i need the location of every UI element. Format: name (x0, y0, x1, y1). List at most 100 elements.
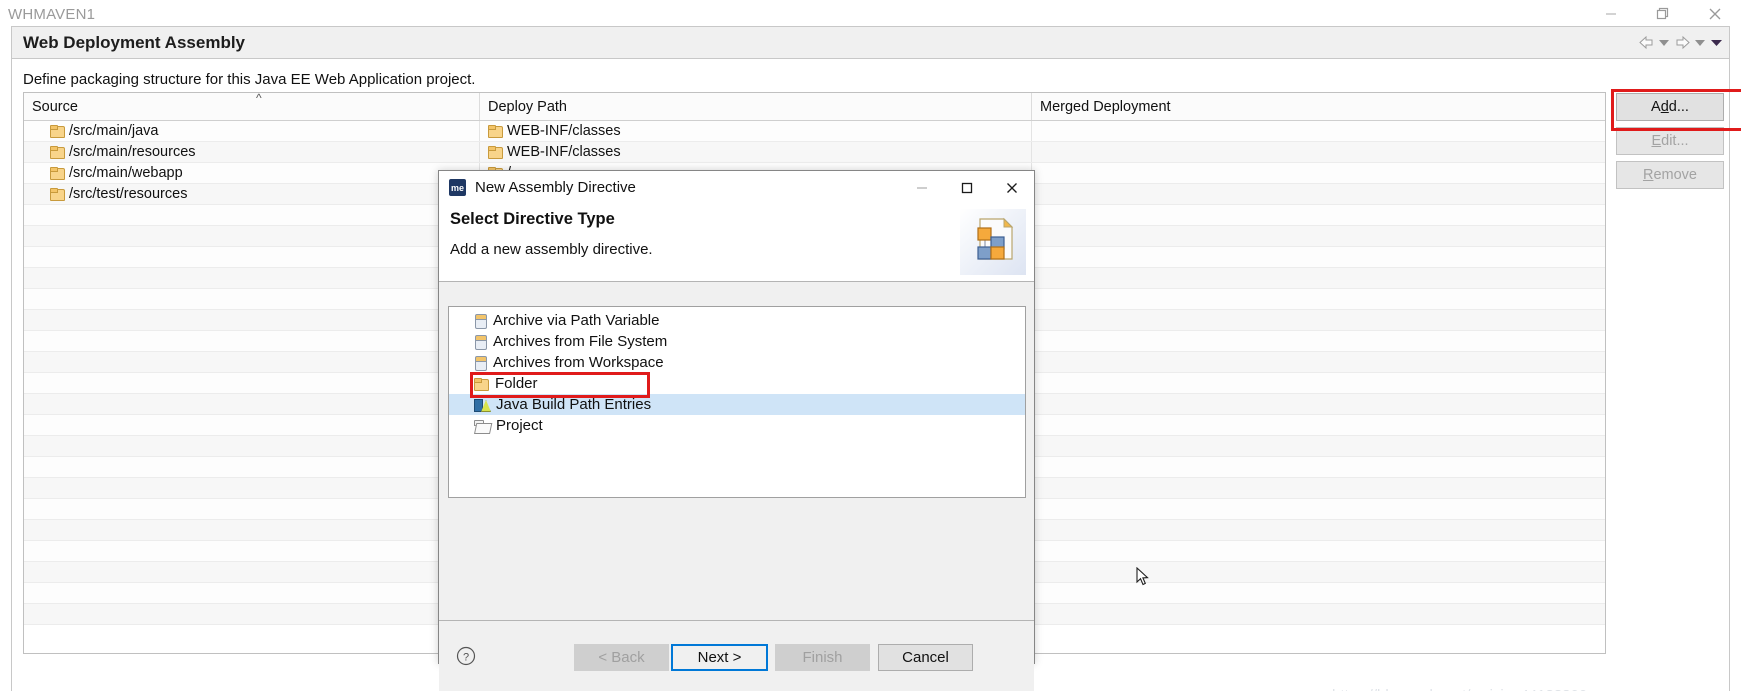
table-cell-merged-deployment (1032, 121, 1605, 141)
maven-app-icon: me (449, 179, 466, 196)
table-cell-merged-deployment (1032, 163, 1605, 183)
table-cell-merged-deployment (1032, 352, 1605, 372)
back-dropdown-icon[interactable] (1657, 32, 1671, 54)
menu-dropdown-icon[interactable] (1709, 32, 1723, 54)
restore-button[interactable] (1637, 0, 1689, 28)
directive-type-list[interactable]: Archive via Path Variable Archives from F… (448, 306, 1026, 498)
dialog-window-controls (899, 171, 1034, 204)
window-controls (1585, 0, 1741, 28)
folder-icon (50, 125, 65, 138)
table-cell-deploy-path: WEB-INF/classes (480, 142, 1032, 162)
table-cell-merged-deployment (1032, 289, 1605, 309)
source-path-label: /src/main/java (69, 123, 159, 139)
page-header: Web Deployment Assembly (12, 27, 1729, 59)
table-cell-source (24, 268, 480, 288)
table-cell-merged-deployment (1032, 478, 1605, 498)
folder-icon (474, 377, 489, 391)
jar-icon (474, 355, 487, 371)
table-cell-merged-deployment (1032, 268, 1605, 288)
dialog-subheading: Add a new assembly directive. (450, 241, 653, 258)
source-path-label: /src/main/resources (69, 144, 196, 160)
dialog-close-button[interactable] (989, 171, 1034, 204)
directive-list-item[interactable]: Java Build Path Entries (449, 394, 1025, 415)
table-cell-source: /src/test/resources (24, 184, 480, 204)
table-cell-merged-deployment (1032, 457, 1605, 477)
table-cell-merged-deployment (1032, 205, 1605, 225)
page-description: Define packaging structure for this Java… (23, 71, 476, 88)
back-arrow-icon[interactable] (1637, 32, 1655, 54)
folder-icon (50, 188, 65, 201)
jar-icon (474, 334, 487, 350)
table-cell-merged-deployment (1032, 583, 1605, 603)
directive-list-item-label: Archives from File System (493, 333, 668, 350)
dialog-footer: ? < Back Next > Finish Cancel (439, 620, 1034, 691)
table-cell-merged-deployment (1032, 142, 1605, 162)
table-cell-source (24, 436, 480, 456)
table-row[interactable]: /src/main/resources WEB-INF/classes (24, 142, 1605, 163)
column-header-merged-deployment-label: Merged Deployment (1040, 98, 1171, 115)
cancel-button[interactable]: Cancel (878, 644, 973, 671)
table-cell-source (24, 205, 480, 225)
table-cell-source (24, 247, 480, 267)
table-cell-source (24, 352, 480, 372)
table-cell-merged-deployment (1032, 310, 1605, 330)
dialog-body: Archive via Path Variable Archives from F… (439, 282, 1149, 620)
directive-list-item[interactable]: Archive via Path Variable (449, 310, 1025, 331)
table-cell-merged-deployment (1032, 373, 1605, 393)
remove-button[interactable]: Remove (1616, 161, 1724, 189)
dialog-title: New Assembly Directive (475, 179, 636, 196)
forward-dropdown-icon[interactable] (1693, 32, 1707, 54)
page-title: Web Deployment Assembly (23, 32, 246, 52)
table-cell-merged-deployment (1032, 541, 1605, 561)
close-button[interactable] (1689, 0, 1741, 28)
next-button[interactable]: Next > (671, 644, 768, 671)
directive-list-item[interactable]: Archives from Workspace (449, 352, 1025, 373)
new-assembly-directive-dialog: me New Assembly Directive Select Directi… (438, 170, 1149, 691)
column-header-source[interactable]: Source ^ (24, 91, 480, 120)
table-cell-deploy-path: WEB-INF/classes (480, 121, 1032, 141)
table-cell-source (24, 289, 480, 309)
finish-button[interactable]: Finish (775, 644, 870, 671)
dialog-minimize-button[interactable] (899, 171, 944, 204)
table-row[interactable]: /src/main/java WEB-INF/classes (24, 121, 1605, 142)
table-cell-merged-deployment (1032, 415, 1605, 435)
table-cell-source (24, 499, 480, 519)
dialog-maximize-button[interactable] (944, 171, 989, 204)
directive-list-item-label: Java Build Path Entries (496, 396, 652, 413)
window-titlebar: WHMAVEN1 (0, 0, 1741, 28)
edit-button[interactable]: Edit... (1616, 127, 1724, 155)
dialog-banner: Select Directive Type Add a new assembly… (439, 204, 1034, 282)
table-cell-merged-deployment (1032, 247, 1605, 267)
add-button[interactable]: Add... (1616, 93, 1724, 121)
folder-icon (488, 125, 503, 138)
directive-list-item-label: Archive via Path Variable (493, 312, 660, 329)
directive-list-item-label: Archives from Workspace (493, 354, 664, 371)
back-button[interactable]: < Back (574, 644, 669, 671)
sort-ascending-icon: ^ (256, 91, 262, 105)
column-header-deploy-path[interactable]: Deploy Path (480, 93, 1032, 120)
column-header-merged-deployment[interactable]: Merged Deployment (1032, 93, 1605, 120)
table-cell-source (24, 457, 480, 477)
forward-arrow-icon[interactable] (1673, 32, 1691, 54)
table-cell-merged-deployment (1032, 226, 1605, 246)
table-cell-source (24, 562, 480, 582)
table-cell-source: /src/main/webapp (24, 163, 480, 183)
deploy-path-label: WEB-INF/classes (507, 144, 621, 160)
table-action-buttons: Add... Edit... Remove (1616, 93, 1726, 195)
add-button-label: Add... (1651, 99, 1689, 115)
directive-list-item[interactable]: Project (449, 415, 1025, 436)
table-cell-source (24, 520, 480, 540)
mouse-cursor-icon (1136, 566, 1149, 587)
table-header: Source ^ Deploy Path Merged Deployment (24, 91, 1605, 121)
directive-list-item[interactable]: Archives from File System (449, 331, 1025, 352)
table-cell-source (24, 604, 480, 624)
jar-icon (474, 313, 487, 329)
minimize-button[interactable] (1585, 0, 1637, 28)
page-header-toolbar (1637, 32, 1729, 54)
table-cell-merged-deployment (1032, 436, 1605, 456)
window-title: WHMAVEN1 (8, 5, 96, 23)
help-icon[interactable]: ? (455, 645, 477, 667)
java-build-path-icon (474, 398, 489, 412)
project-folder-icon (474, 419, 489, 432)
directive-list-item[interactable]: Folder (449, 373, 1025, 394)
